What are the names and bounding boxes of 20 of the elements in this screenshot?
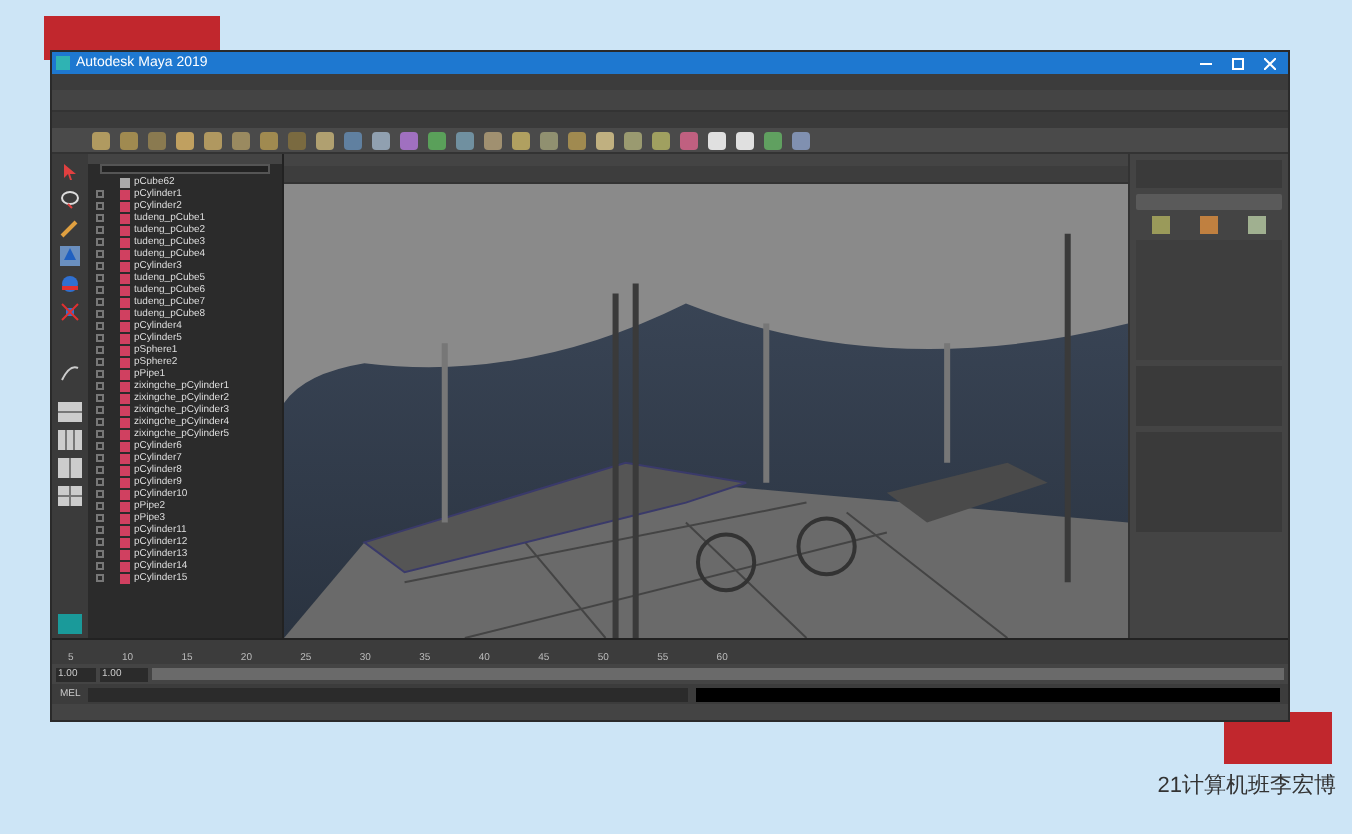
layout-icon[interactable] — [58, 430, 82, 450]
curve-tool-icon[interactable] — [60, 362, 80, 382]
command-line-field[interactable] — [88, 687, 689, 701]
rotate-tool-icon[interactable] — [60, 274, 80, 294]
app-icon — [56, 56, 70, 70]
scale-tool-icon[interactable] — [60, 302, 80, 322]
caption: 21计算机班李宏博 — [1157, 772, 1336, 800]
range-slider[interactable] — [152, 668, 1284, 680]
layout-icon[interactable] — [58, 486, 82, 506]
maximize-icon[interactable] — [1232, 57, 1244, 69]
paint-tool-icon[interactable] — [60, 218, 80, 238]
group-icon — [120, 177, 130, 187]
minimize-icon[interactable] — [1200, 57, 1212, 69]
layout-icon[interactable] — [58, 402, 82, 422]
outliner-search-field[interactable] — [100, 164, 270, 174]
layout-icon[interactable] — [58, 458, 82, 478]
move-tool-icon[interactable] — [60, 246, 80, 266]
close-icon[interactable] — [1264, 57, 1276, 69]
lasso-tool-icon[interactable] — [60, 190, 80, 210]
select-tool-icon[interactable] — [60, 162, 80, 182]
